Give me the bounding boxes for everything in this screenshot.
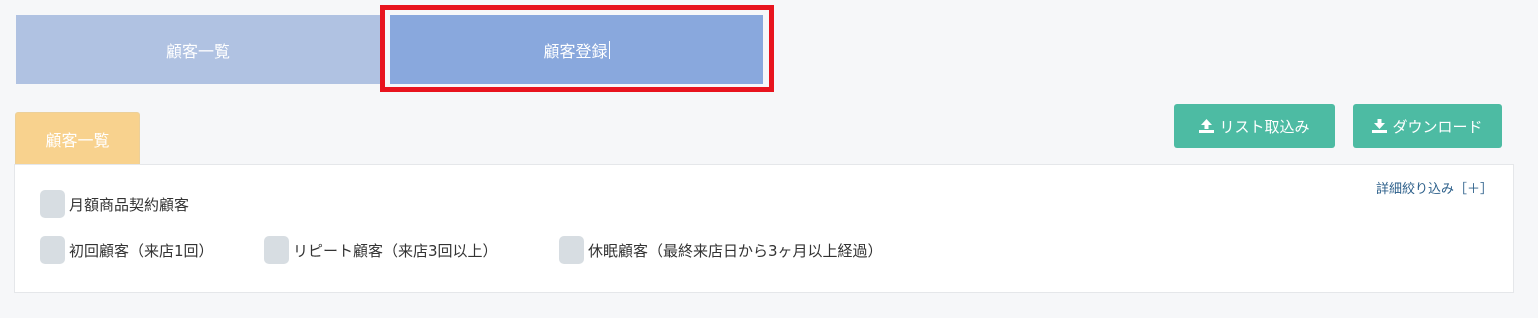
tab-customer-register-label: 顧客登録	[543, 41, 608, 61]
filter-panel: 詳細絞り込み［＋］ 月額商品契約顧客 初回顧客（来店1回） リピート顧客（来店3…	[14, 164, 1514, 293]
tab-customer-list[interactable]: 顧客一覧	[16, 15, 380, 84]
filter-first-visit-checkbox[interactable]	[40, 236, 65, 264]
filter-monthly-contract[interactable]: 月額商品契約顧客	[40, 190, 189, 218]
text-cursor	[608, 40, 610, 59]
section-tab-label: 顧客一覧	[45, 131, 110, 150]
section-tab-customer-list[interactable]: 顧客一覧	[15, 112, 140, 165]
filter-dormant-label: 休眠顧客（最終来店日から3ヶ月以上経過）	[588, 241, 883, 260]
filter-dormant-checkbox[interactable]	[559, 236, 584, 264]
tab-customer-register[interactable]: 顧客登録	[390, 15, 763, 84]
import-list-button[interactable]: リスト取込み	[1174, 104, 1335, 148]
filter-monthly-checkbox[interactable]	[40, 190, 65, 218]
tab-customer-list-label: 顧客一覧	[165, 41, 230, 61]
detail-filter-link[interactable]: 詳細絞り込み［＋］	[1376, 178, 1493, 197]
filter-repeat-label: リピート顧客（来店3回以上）	[293, 241, 498, 260]
filter-dormant[interactable]: 休眠顧客（最終来店日から3ヶ月以上経過）	[559, 236, 883, 264]
filter-repeat[interactable]: リピート顧客（来店3回以上）	[264, 236, 498, 264]
upload-icon	[1199, 119, 1215, 133]
filter-first-visit[interactable]: 初回顧客（来店1回）	[40, 236, 214, 264]
import-list-label: リスト取込み	[1219, 117, 1310, 136]
download-icon	[1372, 119, 1388, 133]
filter-repeat-checkbox[interactable]	[264, 236, 289, 264]
filter-monthly-label: 月額商品契約顧客	[69, 195, 190, 214]
download-button[interactable]: ダウンロード	[1353, 104, 1502, 148]
download-label: ダウンロード	[1392, 117, 1483, 136]
filter-first-visit-label: 初回顧客（来店1回）	[69, 241, 214, 260]
